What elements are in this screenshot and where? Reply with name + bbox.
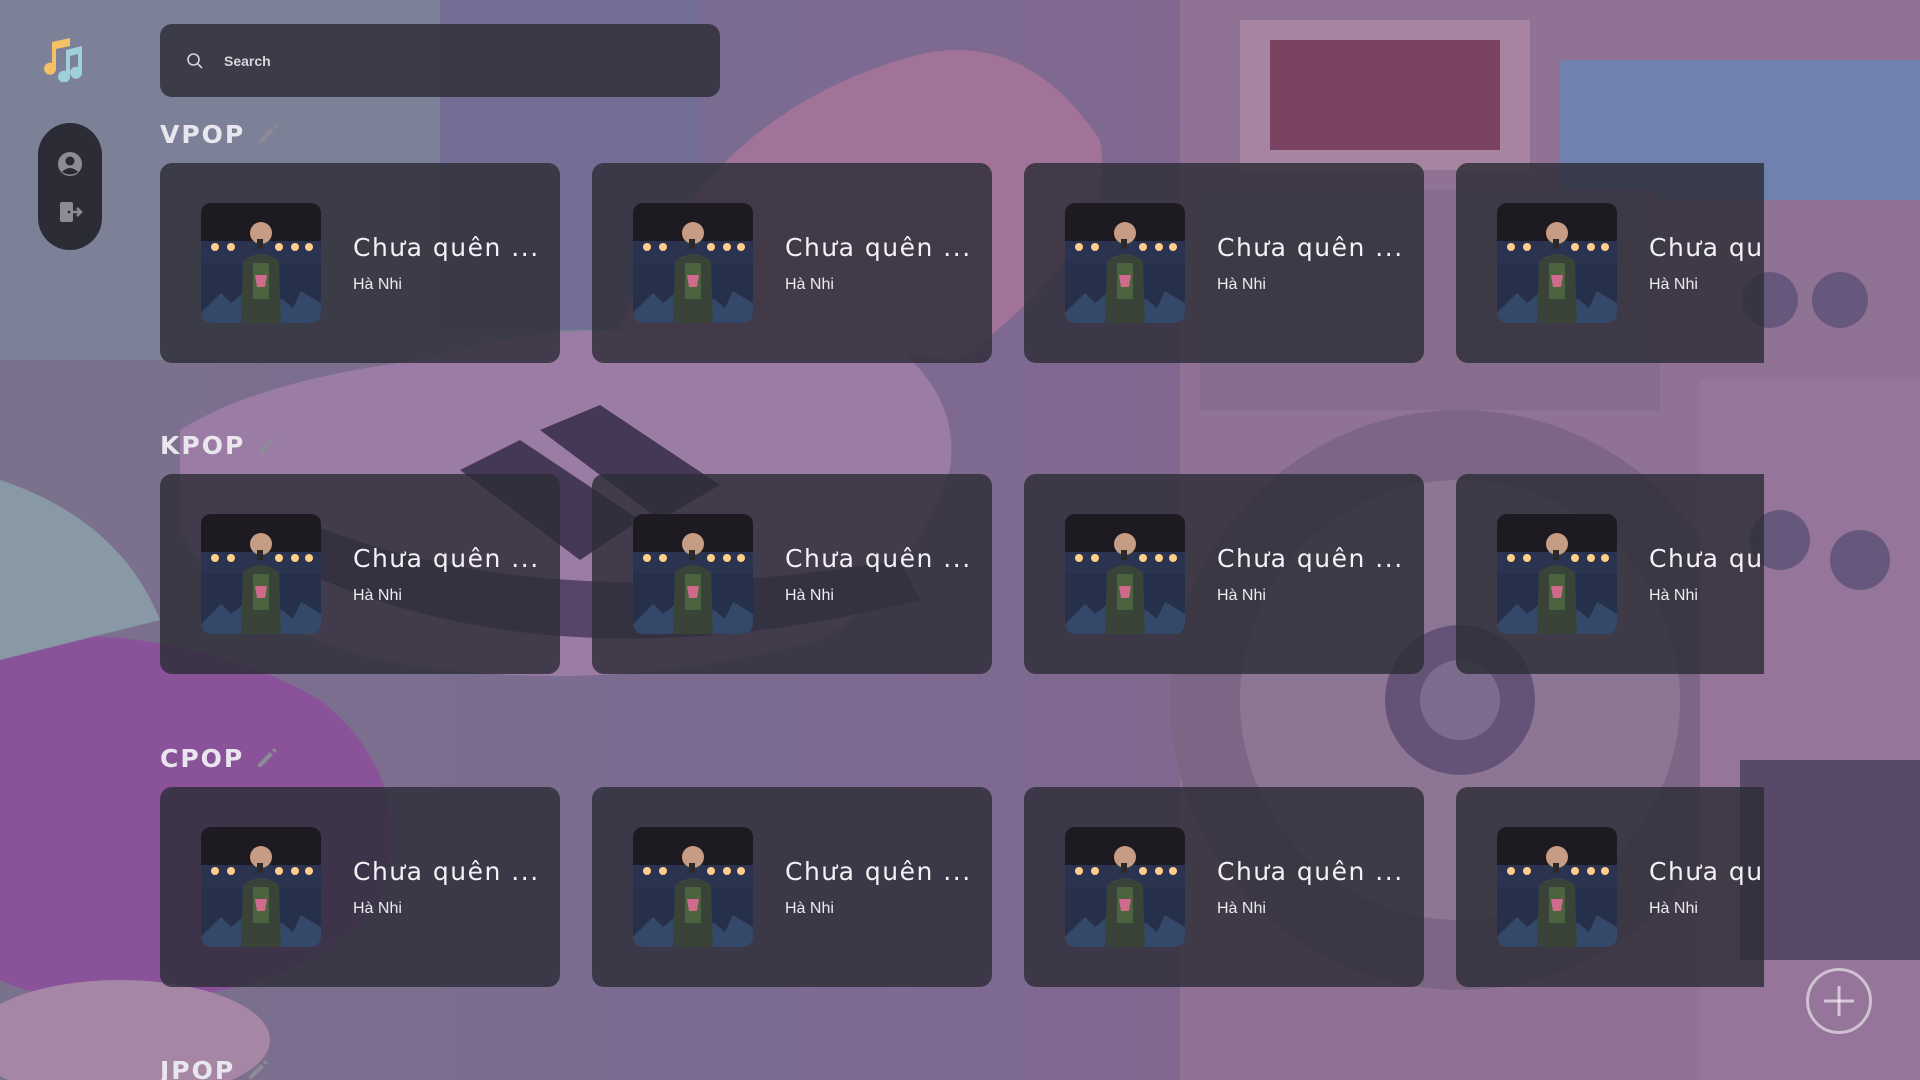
search-icon (186, 52, 204, 70)
card-row: Chưa quên ... Hà Nhi Chưa quên ... Hà Nhi … (160, 474, 1764, 674)
song-title: Chưa quên ... (785, 543, 972, 573)
song-artist: Hà Nhi (353, 899, 402, 917)
album-art (201, 827, 321, 947)
album-art (1497, 514, 1617, 634)
pencil-icon[interactable] (255, 432, 281, 458)
song-card[interactable]: Chưa quên ... Hà Nhi (1456, 163, 1764, 363)
song-artist: Hà Nhi (1217, 275, 1266, 293)
album-art (1065, 827, 1185, 947)
album-art (201, 514, 321, 634)
genre-section-cpop: CPOP Chưa quên ... Hà Nhi Chưa quên ... Hà… (160, 740, 1764, 987)
card-row: Chưa quên ... Hà Nhi Chưa quên ... Hà Nhi … (160, 787, 1764, 987)
album-art (633, 203, 753, 323)
song-artist: Hà Nhi (1649, 899, 1698, 917)
album-art (633, 514, 753, 634)
section-title: JPOP (160, 1055, 236, 1080)
section-title: CPOP (160, 743, 245, 773)
song-title: Chưa quên ... (785, 232, 972, 262)
song-card[interactable]: Chưa quên ... Hà Nhi (592, 787, 992, 987)
song-title: Chưa quên ... (353, 543, 540, 573)
song-title: Chưa quên ... (353, 856, 540, 886)
song-card[interactable]: Chưa quên ... Hà Nhi (1024, 474, 1424, 674)
song-card[interactable]: Chưa quên ... Hà Nhi (592, 474, 992, 674)
song-artist: Hà Nhi (353, 275, 402, 293)
song-artist: Hà Nhi (1217, 899, 1266, 917)
song-title: Chưa quên ... (1649, 232, 1764, 262)
section-title: KPOP (160, 430, 246, 460)
album-art (1497, 827, 1617, 947)
song-title: Chưa quên ... (1217, 856, 1404, 886)
album-art (1065, 514, 1185, 634)
song-artist: Hà Nhi (353, 586, 402, 604)
song-artist: Hà Nhi (1649, 586, 1698, 604)
song-title: Chưa quên ... (1217, 232, 1404, 262)
song-artist: Hà Nhi (785, 586, 834, 604)
pencil-icon[interactable] (254, 745, 280, 771)
section-title: VPOP (160, 119, 246, 149)
search-input[interactable] (224, 52, 684, 69)
sidebar (38, 123, 102, 250)
song-artist: Hà Nhi (1649, 275, 1698, 293)
song-card[interactable]: Chưa quên ... Hà Nhi (1456, 787, 1764, 987)
song-title: Chưa quên ... (1649, 856, 1764, 886)
song-artist: Hà Nhi (785, 275, 834, 293)
song-card[interactable]: Chưa quên ... Hà Nhi (160, 787, 560, 987)
pencil-icon[interactable] (255, 121, 281, 147)
content-area: VPOP Chưa quên ... Hà Nhi Chưa quên ... Hà… (160, 0, 1764, 1080)
pencil-icon[interactable] (245, 1057, 271, 1080)
album-art (633, 827, 753, 947)
song-title: Chưa quên ... (353, 232, 540, 262)
account-circle-icon[interactable] (57, 151, 83, 177)
card-row: Chưa quên ... Hà Nhi Chưa quên ... Hà Nhi … (160, 163, 1764, 363)
song-title: Chưa quên ... (785, 856, 972, 886)
song-card[interactable]: Chưa quên ... Hà Nhi (160, 474, 560, 674)
genre-section-kpop: KPOP Chưa quên ... Hà Nhi Chưa quên ... Hà… (160, 427, 1764, 674)
album-art (1065, 203, 1185, 323)
song-card[interactable]: Chưa quên ... Hà Nhi (1024, 787, 1424, 987)
album-art (1497, 203, 1617, 323)
album-art (201, 203, 321, 323)
logout-icon[interactable] (57, 199, 83, 225)
song-artist: Hà Nhi (785, 899, 834, 917)
song-card[interactable]: Chưa quên ... Hà Nhi (592, 163, 992, 363)
song-card[interactable]: Chưa quên ... Hà Nhi (1024, 163, 1424, 363)
search-bar[interactable] (160, 24, 720, 97)
add-playlist-button[interactable] (1806, 968, 1872, 1034)
genre-section-jpop: JPOP (160, 1052, 1764, 1080)
song-artist: Hà Nhi (1217, 586, 1266, 604)
song-title: Chưa quên ... (1649, 543, 1764, 573)
music-note-icon[interactable] (40, 36, 86, 83)
song-title: Chưa quên ... (1217, 543, 1404, 573)
genre-section-vpop: VPOP Chưa quên ... Hà Nhi Chưa quên ... Hà… (160, 116, 1764, 363)
song-card[interactable]: Chưa quên ... Hà Nhi (1456, 474, 1764, 674)
song-card[interactable]: Chưa quên ... Hà Nhi (160, 163, 560, 363)
